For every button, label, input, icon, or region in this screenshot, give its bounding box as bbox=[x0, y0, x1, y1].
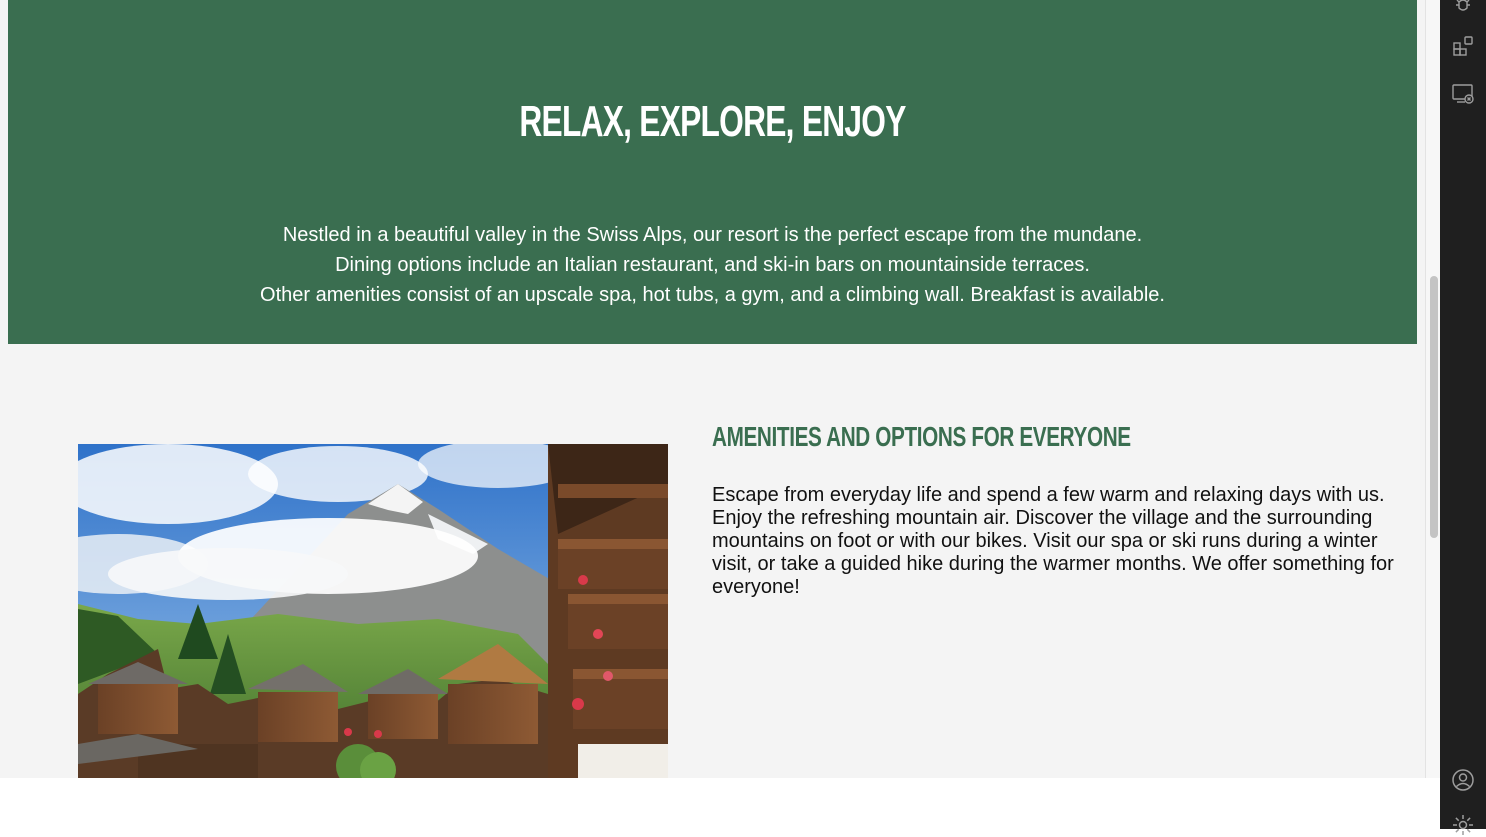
settings-gear-icon[interactable] bbox=[1451, 813, 1475, 837]
debug-icon[interactable] bbox=[1451, 0, 1475, 16]
hero-line: Other amenities consist of an upscale sp… bbox=[260, 284, 1165, 306]
alpine-village-photo bbox=[78, 444, 668, 778]
hero-title: RELAX, EXPLORE, ENJOY bbox=[519, 97, 906, 146]
amenities-description: Escape from everyday life and spend a fe… bbox=[712, 484, 1394, 598]
vertical-scrollbar[interactable] bbox=[1425, 0, 1440, 778]
activity-bar bbox=[1440, 0, 1486, 835]
hero-line: Dining options include an Italian restau… bbox=[335, 254, 1090, 276]
remote-explorer-icon[interactable] bbox=[1451, 82, 1475, 106]
hero-section: RELAX, EXPLORE, ENJOY Nestled in a beaut… bbox=[8, 0, 1417, 344]
browser-viewport: RELAX, EXPLORE, ENJOY Nestled in a beaut… bbox=[0, 0, 1425, 778]
accounts-icon[interactable] bbox=[1451, 768, 1475, 792]
hero-description: Nestled in a beautiful valley in the Swi… bbox=[8, 220, 1417, 310]
amenities-heading: AMENITIES AND OPTIONS FOR EVERYONE bbox=[712, 421, 1131, 452]
extensions-icon[interactable] bbox=[1451, 34, 1475, 58]
scrollbar-thumb[interactable] bbox=[1430, 276, 1438, 538]
hero-line: Nestled in a beautiful valley in the Swi… bbox=[282, 224, 1143, 246]
